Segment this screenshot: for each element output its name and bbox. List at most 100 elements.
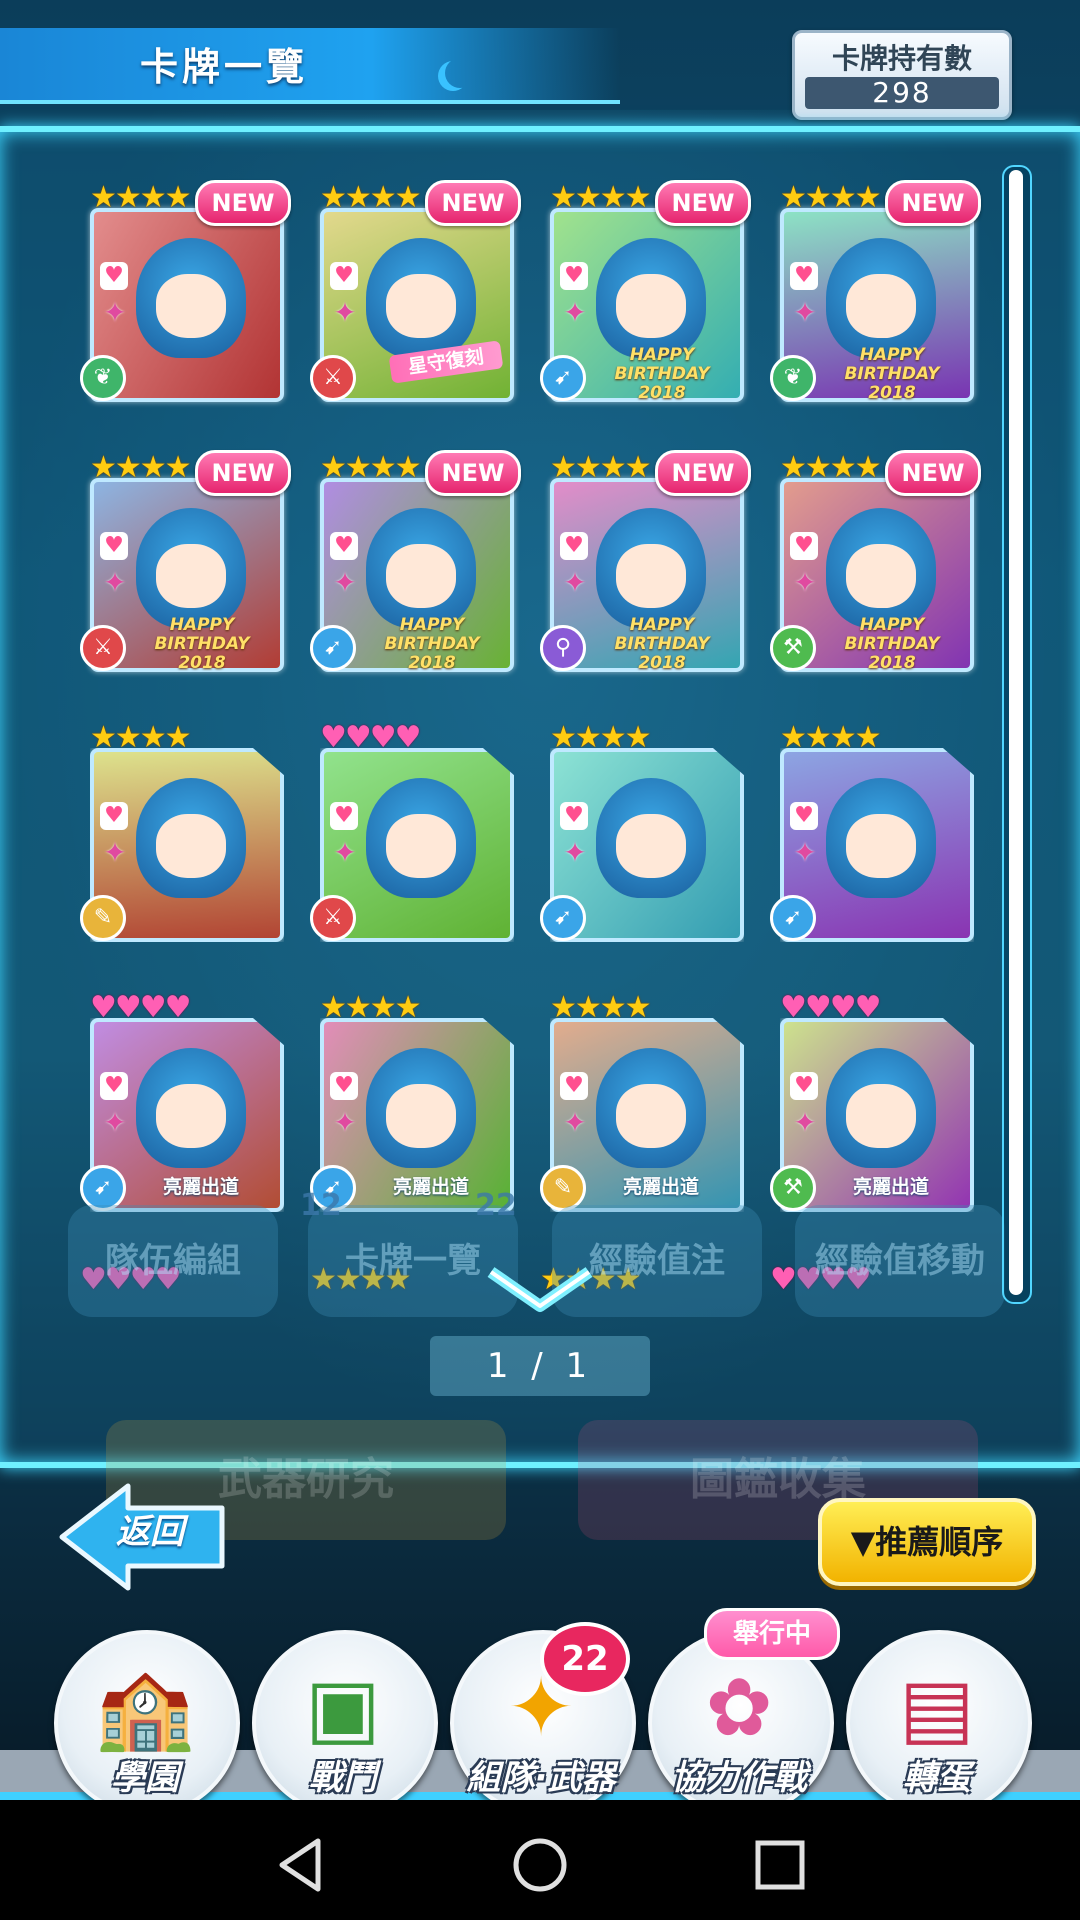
card-item[interactable]: ♥ ✦ ★★★★ NEW ❦ xyxy=(80,180,291,408)
heart-icon: ♥ xyxy=(560,1072,588,1100)
card-item[interactable]: ♥ ✦ ★★★★ ➹ 亮麗出道 xyxy=(310,990,514,1218)
scrollbar-thumb[interactable] xyxy=(1009,170,1023,1295)
nav-battle[interactable]: ▣ 戰鬥 xyxy=(252,1630,438,1816)
staff-attribute-icon: ⚲ xyxy=(540,625,586,671)
wind-attribute-icon: ❦ xyxy=(80,355,126,401)
battle-icon: ▣ xyxy=(305,1661,381,1754)
moon-icon xyxy=(445,58,475,88)
rarity-stars: ★★★★ xyxy=(550,990,652,1025)
system-home-icon[interactable] xyxy=(510,1835,570,1895)
blade-attribute-icon: ⚔ xyxy=(310,895,356,941)
nav-label: 組隊·武器 xyxy=(466,1758,616,1798)
gun-attribute-icon: ➹ xyxy=(310,625,356,671)
team-weapon-badge: 22 xyxy=(540,1622,630,1696)
heart-icon: ♥ xyxy=(790,1072,818,1100)
nav-school[interactable]: 🏫 學園 xyxy=(54,1630,240,1816)
sp-star-icon: ✦ xyxy=(793,836,817,869)
rarity-stars: ★★★★ xyxy=(780,450,882,485)
new-badge: NEW xyxy=(885,180,981,226)
debut-tag: 亮麗出道 xyxy=(852,1176,929,1198)
character-face xyxy=(616,1084,686,1148)
heart-icon: ♥ xyxy=(330,532,358,560)
character-face xyxy=(846,814,916,878)
sort-order-button[interactable]: ▼推薦順序 xyxy=(818,1498,1036,1586)
hammer-attribute-icon: ⚒ xyxy=(770,625,816,671)
birthday-tag: HAPPY BIRTHDAY 2018 xyxy=(614,615,710,673)
card-item[interactable]: ♥ ✦ ★★★★ ✎ 亮麗出道 xyxy=(540,990,744,1218)
character-face xyxy=(156,544,226,608)
card-item[interactable]: ♥ ✦ ★★★★ NEW ❦ HAPPY BIRTHDAY 2018 xyxy=(770,180,981,408)
card-item[interactable]: ♥ ✦ ★★★★ NEW ⚲ HAPPY BIRTHDAY 2018 xyxy=(540,450,751,678)
rarity-stars: ♥♥♥♥ xyxy=(320,720,422,755)
nav-label: 學園 xyxy=(111,1758,179,1798)
faded-count: 12 xyxy=(300,1188,342,1223)
scroll-down-icon[interactable] xyxy=(485,1266,595,1316)
gun-attribute-icon: ➹ xyxy=(540,895,586,941)
new-badge: NEW xyxy=(425,450,521,496)
sp-star-icon: ✦ xyxy=(103,836,127,869)
rarity-stars: ♥♥♥♥ xyxy=(780,990,882,1025)
heart-icon: ♥ xyxy=(790,532,818,560)
heart-icon: ♥ xyxy=(330,802,358,830)
new-badge: NEW xyxy=(655,180,751,226)
new-badge: NEW xyxy=(195,450,291,496)
card-item[interactable]: ♥ ✦ ♥♥♥♥ ⚒ 亮麗出道 xyxy=(770,990,974,1218)
blade-attribute-icon: ⚔ xyxy=(310,355,356,401)
owned-count-label: 卡牌持有數 xyxy=(831,42,972,75)
header-bar xyxy=(0,28,620,104)
heart-icon: ♥ xyxy=(100,262,128,290)
rarity-stars: ★★★★ xyxy=(90,180,192,215)
card-item[interactable]: ♥ ✦ ♥♥♥♥ ⚔ xyxy=(310,720,514,948)
new-badge: NEW xyxy=(425,180,521,226)
card-item[interactable]: ♥ ✦ ★★★★ NEW ⚔ 星守復刻 xyxy=(310,180,521,408)
new-badge: NEW xyxy=(655,450,751,496)
nav-label: 戰鬥 xyxy=(309,1758,377,1798)
system-back-icon[interactable] xyxy=(270,1835,330,1895)
sp-star-icon: ✦ xyxy=(333,1106,357,1139)
hammer-attribute-icon: ⚒ xyxy=(770,1165,816,1211)
birthday-tag: HAPPY BIRTHDAY 2018 xyxy=(614,345,710,403)
rarity-stars: ★★★★ xyxy=(320,450,422,485)
rarity-stars: ★★★★ xyxy=(780,720,882,755)
sp-star-icon: ✦ xyxy=(563,1106,587,1139)
card-item[interactable]: ♥ ✦ ★★★★ NEW ⚔ HAPPY BIRTHDAY 2018 xyxy=(80,450,291,678)
sp-star-icon: ✦ xyxy=(103,1106,127,1139)
heart-icon: ♥ xyxy=(560,262,588,290)
card-item[interactable]: ♥ ✦ ★★★★ NEW ⚒ HAPPY BIRTHDAY 2018 xyxy=(770,450,981,678)
rarity-stars: ★★★★ xyxy=(320,180,422,215)
character-face xyxy=(616,544,686,608)
nav-gacha[interactable]: ▤ 轉蛋 xyxy=(846,1630,1032,1816)
rarity-stars: ★★★★ xyxy=(550,180,652,215)
sp-star-icon: ✦ xyxy=(563,566,587,599)
sp-star-icon: ✦ xyxy=(793,296,817,329)
school-icon: 🏫 xyxy=(95,1661,195,1754)
heart-icon: ♥ xyxy=(560,802,588,830)
birthday-tag: HAPPY BIRTHDAY 2018 xyxy=(844,345,940,403)
back-label: 返回 xyxy=(116,1512,184,1552)
character-face xyxy=(156,814,226,878)
card-item[interactable]: ♥ ✦ ★★★★ ➹ xyxy=(770,720,974,948)
character-face xyxy=(616,274,686,338)
character-face xyxy=(386,274,456,338)
birthday-tag: HAPPY BIRTHDAY 2018 xyxy=(384,615,480,673)
back-button[interactable]: 返回 xyxy=(58,1482,228,1592)
owned-count-box: 卡牌持有數 298 xyxy=(792,30,1012,120)
card-item[interactable]: ♥ ✦ ★★★★ NEW ➹ HAPPY BIRTHDAY 2018 xyxy=(310,450,521,678)
character-face xyxy=(386,814,456,878)
card-item[interactable]: ♥ ✦ ★★★★ ✎ xyxy=(80,720,284,948)
sp-star-icon: ✦ xyxy=(793,566,817,599)
rarity-stars: ★★★★ xyxy=(320,990,422,1025)
heart-icon: ♥ xyxy=(330,1072,358,1100)
heart-icon: ♥ xyxy=(790,802,818,830)
card-item[interactable]: ♥ ✦ ♥♥♥♥ ➹ 亮麗出道 xyxy=(80,990,284,1218)
coop-icon: ✿ xyxy=(705,1661,773,1754)
new-badge: NEW xyxy=(885,450,981,496)
card-item[interactable]: ♥ ✦ ★★★★ NEW ➹ HAPPY BIRTHDAY 2018 xyxy=(540,180,751,408)
card-item[interactable]: ♥ ✦ ★★★★ ➹ xyxy=(540,720,744,948)
sp-star-icon: ✦ xyxy=(793,1106,817,1139)
rarity-stars: ★★★★ xyxy=(90,450,192,485)
sp-star-icon: ✦ xyxy=(333,296,357,329)
sp-star-icon: ✦ xyxy=(333,836,357,869)
system-recents-icon[interactable] xyxy=(750,1835,810,1895)
character-face xyxy=(156,1084,226,1148)
